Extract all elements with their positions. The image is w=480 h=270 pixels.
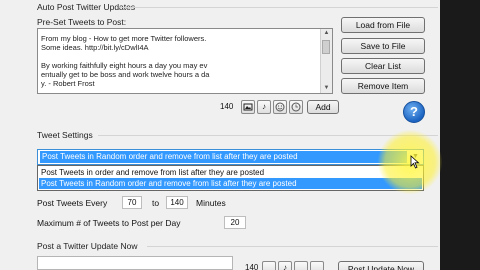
tweet-line: By working faithfully eight hours a day … (41, 61, 208, 70)
scroll-thumb[interactable] (322, 40, 330, 54)
smiley-icon[interactable] (294, 261, 308, 270)
max-minutes-field[interactable]: 140 (166, 196, 188, 209)
post-order-option-in-order[interactable]: Post Tweets in order and remove from lis… (39, 167, 422, 178)
post-order-selected-value: Post Tweets in Random order and remove f… (40, 151, 407, 163)
remove-item-button[interactable]: Remove Item (341, 78, 425, 94)
tweet-settings-group-title: Tweet Settings (37, 130, 93, 140)
scroll-down-icon[interactable]: ▼ (322, 84, 331, 93)
textarea-scrollbar[interactable]: ▲ ▼ (320, 29, 332, 93)
post-update-now-button[interactable]: Post Update Now (338, 261, 424, 270)
group-divider (120, 7, 438, 8)
max-per-day-field[interactable]: 20 (224, 216, 246, 229)
post-order-option-random[interactable]: Post Tweets in Random order and remove f… (39, 178, 422, 189)
group-divider (98, 135, 438, 136)
post-order-select[interactable]: Post Tweets in Random order and remove f… (37, 149, 424, 165)
image-icon[interactable] (241, 100, 255, 114)
clear-list-button[interactable]: Clear List (341, 58, 425, 74)
char-count: 140 (220, 102, 234, 111)
load-from-file-button[interactable]: Load from File (341, 17, 425, 33)
tweet-line: entually get to be boss and work twelve … (41, 70, 210, 79)
image-icon[interactable] (262, 261, 276, 270)
mouse-cursor-icon (410, 155, 420, 169)
post-now-group-title: Post a Twitter Update Now (37, 241, 138, 251)
preset-tweets-content: From my blog - How to get more Twitter f… (41, 34, 319, 88)
minutes-label: Minutes (196, 198, 226, 208)
post-every-label: Post Tweets Every (37, 198, 108, 208)
max-per-day-label: Maximum # of Tweets to Post per Day (37, 218, 181, 228)
preset-tweets-label: Pre-Set Tweets to Post: (37, 17, 127, 27)
clock-icon[interactable] (310, 261, 324, 270)
to-label: to (152, 198, 160, 208)
music-icon[interactable]: ♪ (257, 100, 271, 114)
min-minutes-field[interactable]: 70 (122, 196, 142, 209)
clock-icon[interactable] (289, 100, 303, 114)
preset-tweets-textarea[interactable]: From my blog - How to get more Twitter f… (37, 28, 333, 94)
post-now-textarea[interactable] (37, 256, 233, 270)
auto-post-panel: Auto Post Twitter Updates Pre-Set Tweets… (0, 0, 440, 270)
post-now-char-count: 140 (245, 263, 259, 270)
help-icon[interactable]: ? (403, 101, 425, 123)
post-order-dropdown-list: Post Tweets in order and remove from lis… (37, 165, 424, 191)
add-tweet-button[interactable]: Add (307, 100, 339, 114)
tweet-line: y. - Robert Frost (41, 79, 95, 88)
group-divider (147, 246, 438, 247)
smiley-icon[interactable] (273, 100, 287, 114)
music-icon[interactable]: ♪ (278, 261, 292, 270)
tweet-line: Some ideas. http://bit.ly/cDwlI4A (41, 43, 149, 52)
save-to-file-button[interactable]: Save to File (341, 38, 425, 54)
tweet-line: From my blog - How to get more Twitter f… (41, 34, 207, 43)
scroll-up-icon[interactable]: ▲ (322, 29, 331, 38)
